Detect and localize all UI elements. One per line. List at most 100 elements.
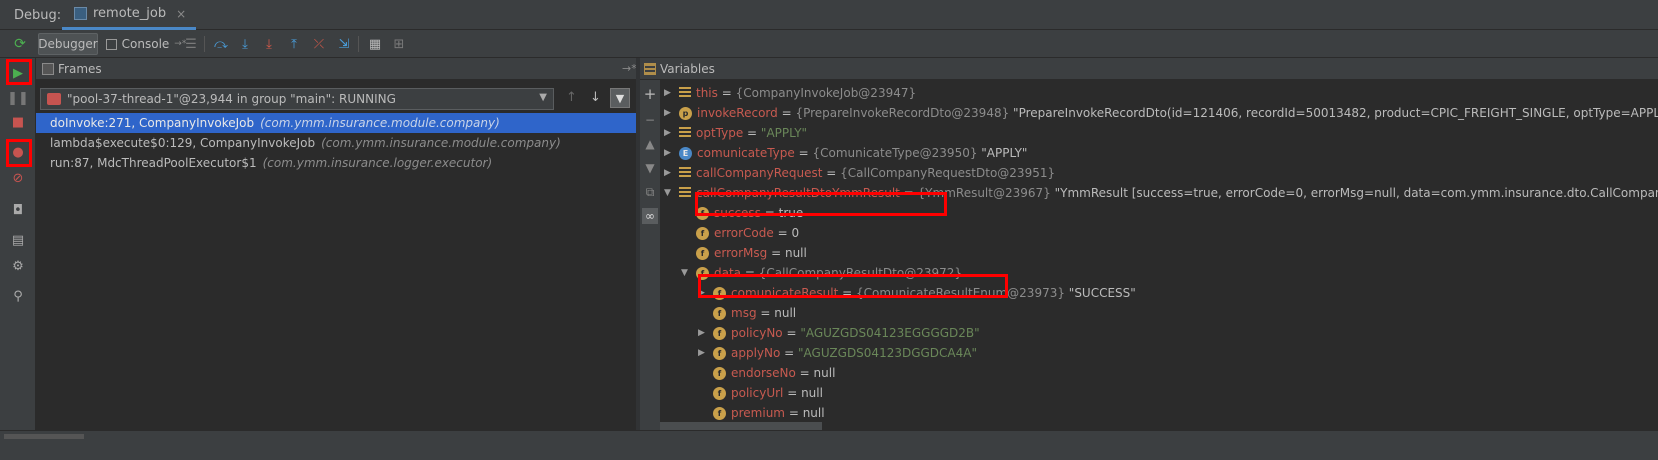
thread-icon	[47, 93, 61, 105]
debug-toolbar: ⟳ Debugger Console →* ☰ ⤼ ⤓ ⤓ ⤒ ⤫ ⇲ ▦ ⊞	[0, 30, 1658, 58]
move-down-icon[interactable]: ▼	[642, 160, 658, 176]
show-watches-icon[interactable]: ∞	[642, 208, 658, 224]
horizontal-scrollbar[interactable]	[660, 422, 822, 430]
variables-icon	[644, 63, 656, 75]
step-over-icon[interactable]: ⤼	[212, 33, 230, 55]
variable-row[interactable]: ▶ this = {CompanyInvokeJob@23947}	[664, 83, 916, 103]
expand-arrow-icon[interactable]: ▶	[698, 328, 708, 338]
close-icon[interactable]: ×	[176, 7, 186, 21]
debug-label: Debug:	[14, 8, 62, 23]
parameter-icon: p	[679, 106, 692, 120]
expand-arrow-icon[interactable]: ▶	[664, 88, 674, 98]
frames-pin-icon[interactable]: →*	[622, 62, 637, 75]
camera-icon[interactable]: ◘	[8, 200, 28, 220]
field-icon: f	[713, 386, 726, 400]
next-frame-icon[interactable]: ↓	[590, 90, 601, 105]
frame-row[interactable]: doInvoke:271, CompanyInvokeJob (com.ymm.…	[36, 113, 636, 133]
variable-row[interactable]: ▶ E comunicateType = {ComunicateType@239…	[664, 143, 1027, 163]
evaluate-expression-icon[interactable]: ▦	[366, 33, 384, 55]
force-step-into-icon[interactable]: ⤓	[260, 33, 278, 55]
frames-header: Frames →*	[36, 58, 637, 80]
menu-lines-icon[interactable]: ☰	[182, 33, 200, 55]
collapse-arrow-icon[interactable]: ▼	[681, 268, 691, 278]
thread-dropdown[interactable]: "pool-37-thread-1"@23,944 in group "main…	[40, 88, 554, 110]
add-watch-icon[interactable]: +	[642, 85, 658, 103]
frame-package: (com.ymm.insurance.module.company)	[321, 136, 561, 150]
field-icon: f	[713, 346, 726, 360]
pin-icon[interactable]: ⚲	[8, 286, 28, 306]
frame-name: run:87, MdcThreadPoolExecutor$1	[50, 156, 257, 170]
resume-highlight-box	[6, 59, 32, 85]
field-icon: f	[696, 226, 709, 240]
frames-title: Frames	[58, 62, 102, 76]
toolbar-separator	[358, 36, 359, 52]
breakpoints-highlight-box	[6, 139, 32, 167]
thread-dropdown-value: "pool-37-thread-1"@23,944 in group "main…	[67, 92, 396, 106]
run-config-icon	[74, 7, 87, 20]
copy-icon[interactable]: ⧉	[642, 184, 658, 200]
run-to-cursor-icon[interactable]: ⇲	[335, 33, 353, 55]
step-out-icon[interactable]: ⤒	[285, 33, 303, 55]
step-into-icon[interactable]: ⤓	[236, 33, 254, 55]
variables-title: Variables	[660, 62, 715, 76]
rerun-icon[interactable]: ⟳	[10, 33, 30, 55]
tab-console-label: Console	[121, 37, 170, 51]
variable-row[interactable]: f policyUrl = null	[698, 383, 823, 403]
filter-icon[interactable]: ▼	[610, 88, 630, 108]
data-highlight-box	[698, 274, 1008, 298]
trace-stream-icon[interactable]: ⊞	[390, 33, 408, 55]
stop-icon[interactable]: ■	[8, 112, 28, 132]
variables-side-toolbar: + − ▲ ▼ ⧉ ∞	[640, 80, 660, 460]
expand-arrow-icon[interactable]: ▶	[698, 348, 708, 358]
bottom-status-bar	[0, 430, 1658, 460]
mute-breakpoints-icon[interactable]: ⊘	[8, 168, 28, 188]
move-up-icon[interactable]: ▲	[642, 136, 658, 152]
expand-arrow-icon[interactable]: ▶	[664, 108, 674, 118]
field-icon: f	[713, 306, 726, 320]
drop-frame-icon[interactable]: ⤫	[310, 33, 328, 55]
tab-console[interactable]: Console →*	[104, 33, 188, 55]
layout-icon[interactable]: ▤	[8, 230, 28, 250]
debug-side-toolbar: ▶ ❚❚ ■ ● ⊘ ◘ ▤ ⚙ ⚲	[0, 58, 36, 460]
field-icon: f	[713, 406, 726, 420]
console-icon	[105, 38, 117, 50]
frame-name: lambda$execute$0:129, CompanyInvokeJob	[50, 136, 316, 150]
variables-panel: Variables + − ▲ ▼ ⧉ ∞ ▶ this = {CompanyI…	[640, 58, 1658, 460]
expand-arrow-icon[interactable]: ▶	[664, 168, 674, 178]
variable-row[interactable]: f endorseNo = null	[698, 363, 835, 383]
gear-icon[interactable]: ⚙	[8, 256, 28, 276]
variable-row[interactable]: ▶ f policyNo = "AGUZGDS04123EGGGGD2B"	[698, 323, 980, 343]
field-icon: f	[713, 326, 726, 340]
frame-row[interactable]: lambda$execute$0:129, CompanyInvokeJob (…	[36, 133, 636, 153]
debug-tool-window-header: Debug: remote_job ×	[0, 0, 1658, 30]
variable-row[interactable]: f premium = null	[698, 403, 825, 423]
frame-name: doInvoke:271, CompanyInvokeJob	[50, 116, 255, 130]
bottom-scroll-thumb[interactable]	[4, 434, 84, 439]
variable-row[interactable]: f errorCode = 0	[681, 223, 799, 243]
variable-row[interactable]: ▶ f applyNo = "AGUZGDS04123DGGDCA4A"	[698, 343, 977, 363]
result-highlight-box	[695, 192, 947, 216]
expand-arrow-icon[interactable]: ▶	[664, 128, 674, 138]
frames-icon	[42, 63, 54, 75]
variable-row[interactable]: ▶ callCompanyRequest = {CallCompanyReque…	[664, 163, 1055, 183]
collapse-arrow-icon[interactable]: ▼	[664, 188, 674, 198]
variable-row[interactable]: f errorMsg = null	[681, 243, 807, 263]
object-icon	[679, 87, 691, 99]
previous-frame-icon[interactable]: ↑	[566, 90, 577, 105]
object-icon	[679, 167, 691, 179]
frame-row[interactable]: run:87, MdcThreadPoolExecutor$1 (com.ymm…	[36, 153, 636, 173]
variable-row[interactable]: f msg = null	[698, 303, 796, 323]
expand-arrow-icon[interactable]: ▶	[664, 148, 674, 158]
run-config-tab[interactable]: remote_job ×	[62, 0, 197, 30]
pause-program-icon[interactable]: ❚❚	[7, 88, 29, 108]
object-icon	[679, 187, 691, 199]
tab-debugger[interactable]: Debugger	[38, 33, 98, 55]
chevron-down-icon: ▼	[539, 92, 547, 103]
run-config-tab-label: remote_job	[93, 6, 167, 21]
frames-panel: Frames →* "pool-37-thread-1"@23,944 in g…	[36, 58, 637, 460]
object-icon	[679, 127, 691, 139]
variables-header: Variables	[640, 58, 1658, 80]
remove-watch-icon[interactable]: −	[642, 112, 658, 128]
variable-row[interactable]: ▶ optType = "APPLY"	[664, 123, 807, 143]
variable-row[interactable]: ▶ p invokeRecord = {PrepareInvokeRecordD…	[664, 103, 1658, 123]
